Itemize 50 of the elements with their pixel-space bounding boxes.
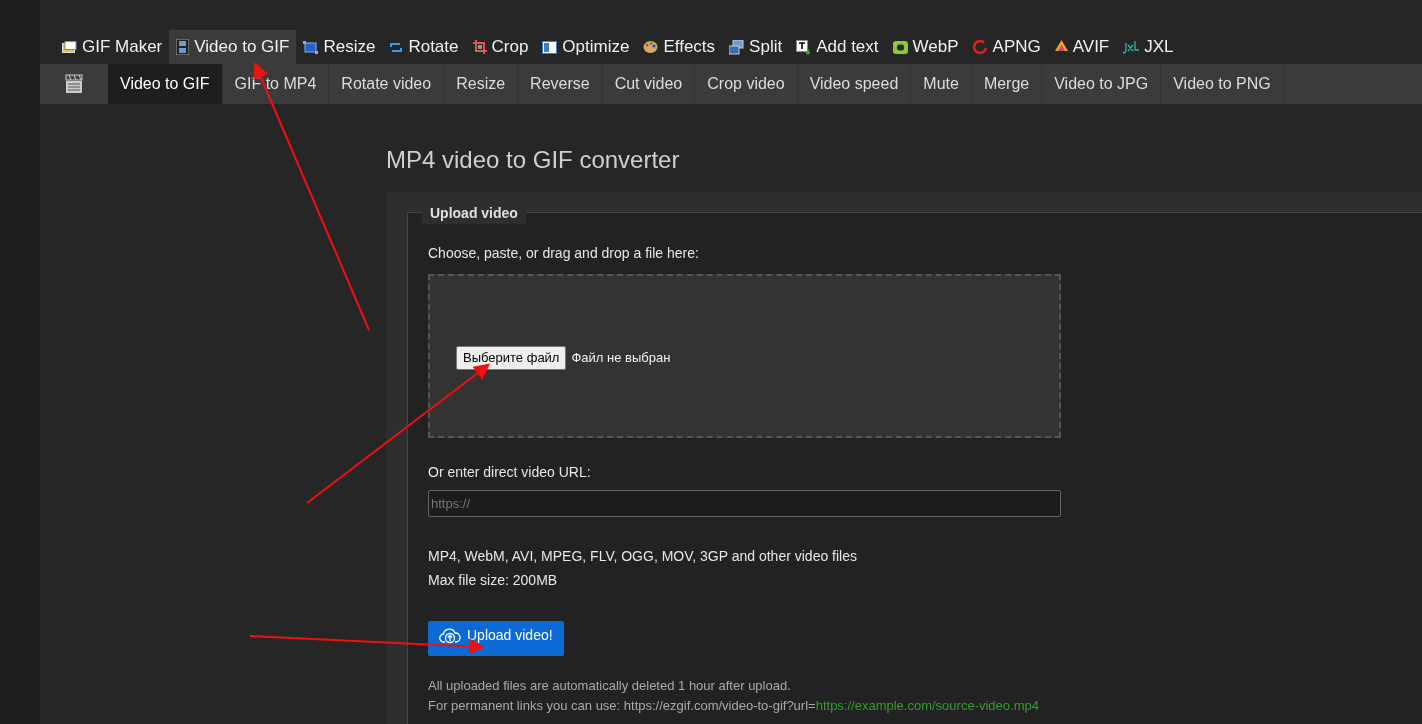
sub-menu-tab[interactable]: Mute: [911, 64, 972, 104]
url-input-field[interactable]: https://: [428, 490, 1061, 517]
sub-menu-tab[interactable]: Resize: [444, 64, 519, 104]
image-icon: [62, 40, 77, 54]
drop-zone[interactable]: Выберите файл Файл не выбран: [428, 274, 1061, 438]
rounded-square-icon: [892, 40, 908, 54]
split-frames-icon: [729, 39, 745, 55]
film-strip-icon: [176, 39, 190, 55]
sub-menu-tab[interactable]: Cut video: [602, 64, 696, 104]
sub-menu-tab[interactable]: Crop video: [695, 64, 798, 104]
crop-icon: [472, 40, 487, 54]
top-menu-tab[interactable]: GIF Maker: [55, 30, 170, 64]
permalink-note: For permanent links you can use: https://ezgif.com/video-to-gif?url=https://example.com/source-video.mp4: [428, 696, 1039, 715]
sub-menu-tab[interactable]: Rotate video: [329, 64, 445, 104]
upload-button[interactable]: Upload video!: [428, 621, 564, 656]
top-menu-tab[interactable]: Video to GIF: [169, 30, 297, 64]
palette-icon: [643, 40, 659, 54]
supported-formats-text: MP4, WebM, AVI, MPEG, FLV, OGG, MOV, 3GP and other video files: [428, 547, 857, 566]
resize-icon: [303, 40, 319, 54]
cloud-upload-icon: [439, 626, 461, 645]
choose-file-button[interactable]: Выберите файл: [456, 346, 567, 370]
window-icon: [542, 40, 558, 54]
top-menu-tab[interactable]: Optimize: [535, 30, 637, 64]
rotate-icon: [389, 40, 404, 54]
max-size-text: Max file size: 200MB: [428, 571, 558, 590]
top-menu-tab[interactable]: AVIF: [1047, 30, 1117, 64]
sub-menu-tab[interactable]: Video to GIF: [108, 64, 223, 104]
sub-menu-tab[interactable]: Video to PNG: [1161, 64, 1284, 104]
text-icon: [796, 39, 812, 55]
ring-icon: [972, 39, 988, 55]
top-menu-tab[interactable]: Add text: [789, 30, 886, 64]
jxl-glyph-icon: [1123, 40, 1140, 54]
top-menu-tab[interactable]: WebP: [885, 30, 966, 64]
top-menu-tab[interactable]: APNG: [965, 30, 1048, 64]
sub-menu-tab[interactable]: Reverse: [518, 64, 603, 104]
sub-menu-tab[interactable]: Video to JPG: [1042, 64, 1162, 104]
sub-menu-tab[interactable]: Video speed: [797, 64, 912, 104]
top-menu-tab[interactable]: Effects: [636, 30, 723, 64]
top-menu-tab[interactable]: Rotate: [382, 30, 466, 64]
clapperboard-icon: [65, 74, 83, 94]
url-label: Or enter direct video URL:: [428, 463, 591, 482]
top-menu-tab[interactable]: JXL: [1116, 30, 1181, 64]
top-menu-tab[interactable]: Resize: [296, 30, 383, 64]
top-menu-tab[interactable]: Crop: [465, 30, 536, 64]
sub-menu-tab[interactable]: Merge: [971, 64, 1043, 104]
page-title: MP4 video to GIF converter: [386, 145, 680, 175]
file-status: Файл не выбран: [571, 349, 671, 368]
auto-delete-note: All uploaded files are automatically deleted 1 hour after upload.: [428, 677, 791, 695]
drop-label: Choose, paste, or drag and drop a file here:: [428, 244, 699, 263]
top-menu-tab[interactable]: Split: [722, 30, 790, 64]
